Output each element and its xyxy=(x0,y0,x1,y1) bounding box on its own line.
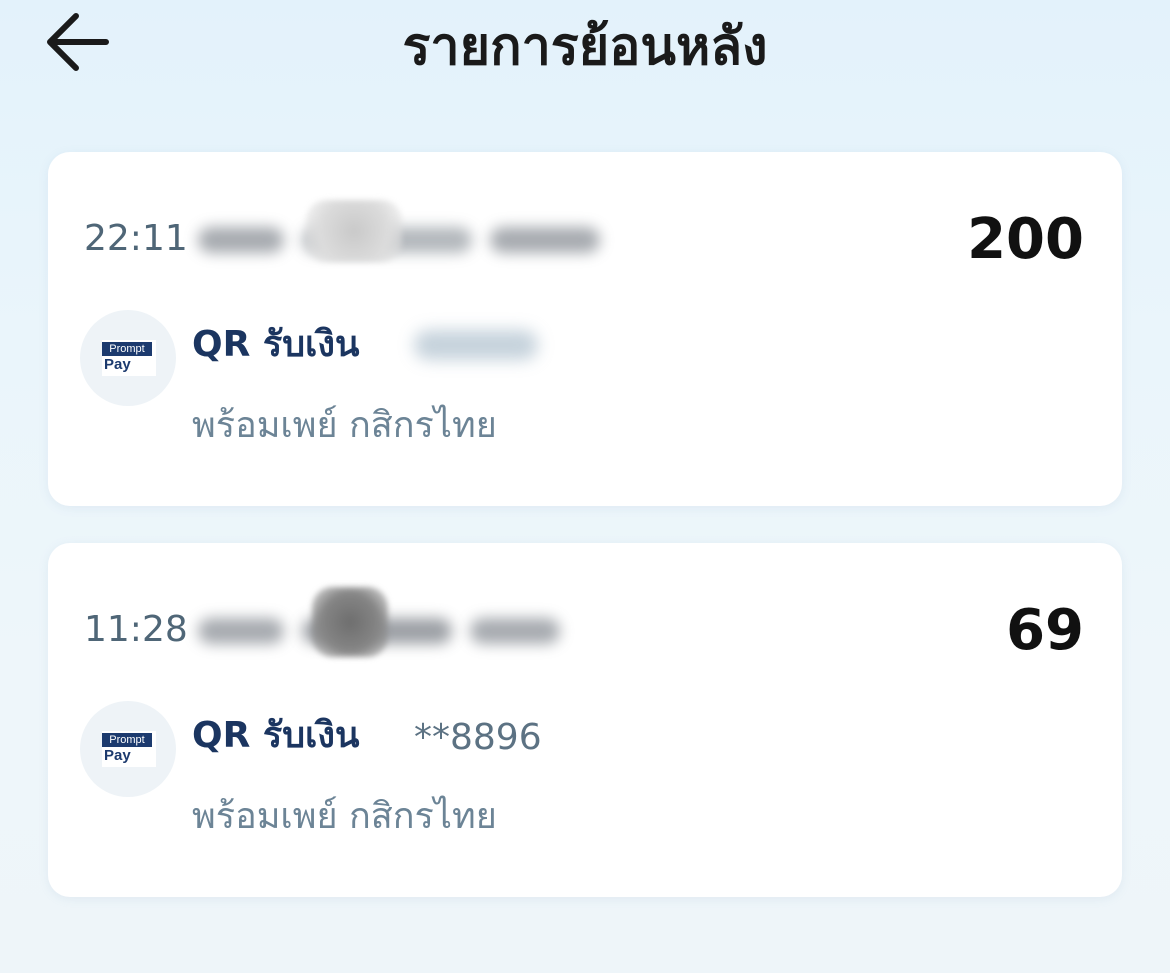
redaction-scribble xyxy=(312,587,388,657)
transaction-amount: 200 xyxy=(967,207,1084,272)
transaction-time: 22:11 xyxy=(84,218,188,259)
transaction-time: 11:28 xyxy=(84,609,188,650)
promptpay-logo: Prompt Pay xyxy=(80,310,176,406)
redaction-scribble xyxy=(306,200,402,262)
header-bar: รายการย้อนหลัง xyxy=(0,0,1170,110)
transaction-provider: พร้อมเพย์ กสิกรไทย xyxy=(192,405,497,446)
account-number: **8896 xyxy=(414,717,542,758)
transaction-card[interactable]: 11:28 69 Prompt Pay QR รับเงิน **8896 พร… xyxy=(48,543,1122,897)
transaction-type: QR รับเงิน xyxy=(192,715,360,756)
account-number-redacted xyxy=(414,330,538,360)
page-title: รายการย้อนหลัง xyxy=(402,17,768,77)
transaction-type: QR รับเงิน xyxy=(192,324,360,365)
transaction-card[interactable]: 22:11 200 Prompt Pay QR รับเงิน พร้อมเพย… xyxy=(48,152,1122,506)
transaction-amount: 69 xyxy=(1006,598,1084,663)
transaction-provider: พร้อมเพย์ กสิกรไทย xyxy=(192,796,497,837)
promptpay-logo: Prompt Pay xyxy=(80,701,176,797)
